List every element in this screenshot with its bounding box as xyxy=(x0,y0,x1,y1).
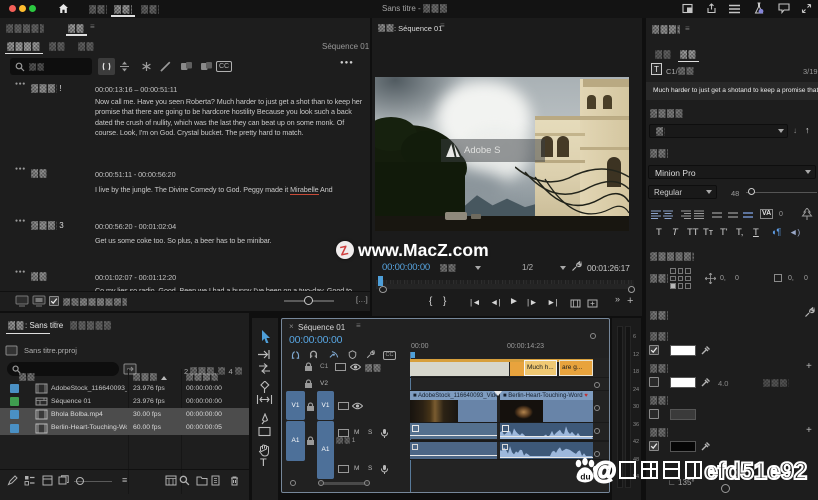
svg-text:du: du xyxy=(580,471,590,481)
